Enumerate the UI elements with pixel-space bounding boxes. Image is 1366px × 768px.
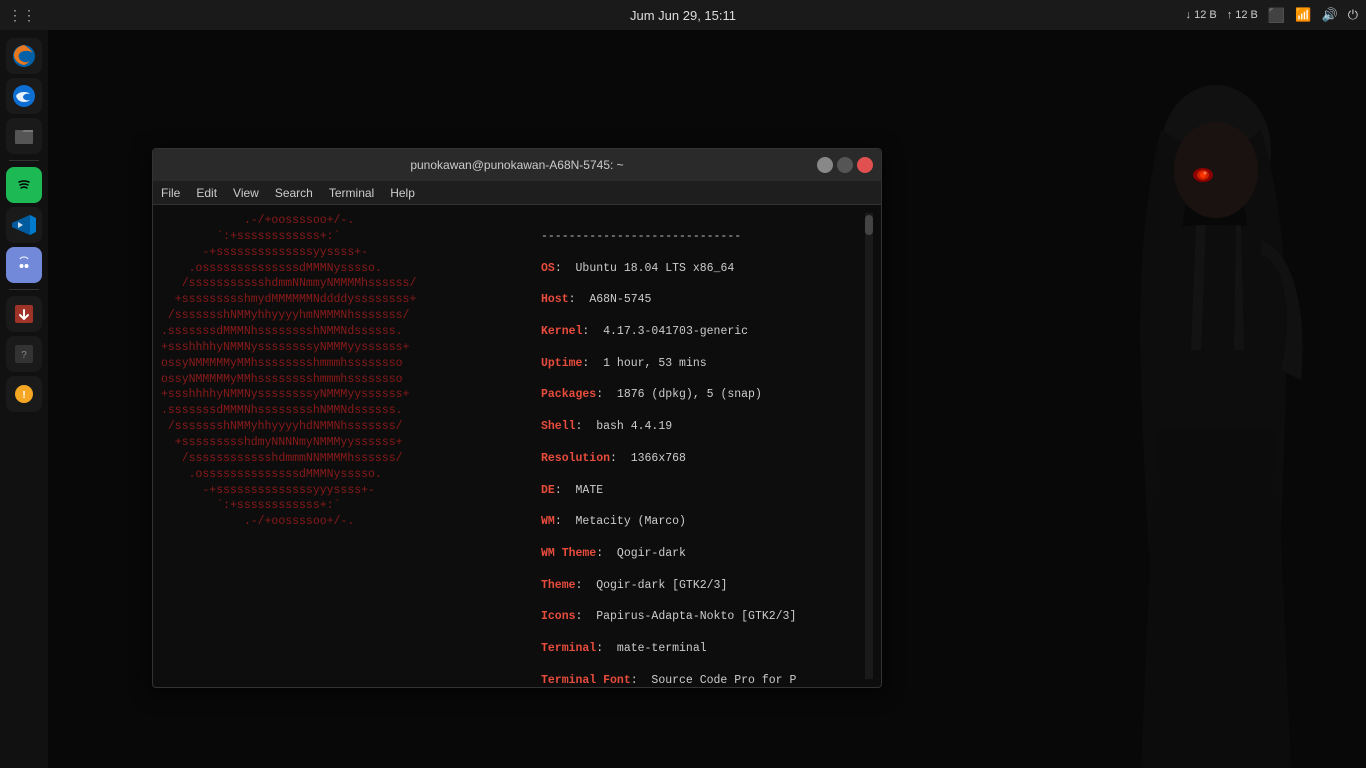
taskbar-right-area: ↓ 12 B ↑ 12 B ⬛ 📶 🔊 ⏻ [1186, 7, 1358, 24]
terminal-window: punokawan@punokawan-A68N-5745: ~ _ □ ✕ F… [152, 148, 882, 688]
info-terminal-font: Terminal Font: Source Code Pro for P [541, 673, 865, 687]
info-uptime: Uptime: 1 hour, 53 mins [541, 356, 865, 372]
clock-label: Jum Jun 29, 15:11 [630, 8, 736, 23]
apps-grid-icon[interactable]: ⋮⋮ [8, 7, 36, 24]
info-wm-theme: WM Theme: Qogir-dark [541, 546, 865, 562]
volume-icon[interactable]: 🔊 [1322, 7, 1338, 23]
info-icons: Icons: Papirus-Adapta-Nokto [GTK2/3] [541, 609, 865, 625]
dock-icon-misc1[interactable]: ? [6, 336, 42, 372]
power-icon[interactable]: ⏻ [1348, 7, 1358, 23]
dock-separator-2 [9, 289, 39, 290]
close-button[interactable]: ✕ [857, 157, 873, 173]
info-separator: ----------------------------- [541, 229, 865, 245]
taskbar-top: ⋮⋮ Jum Jun 29, 15:11 ↓ 12 B ↑ 12 B ⬛ 📶 🔊… [0, 0, 1366, 30]
network-up-label: ↑ 12 B [1227, 9, 1258, 21]
info-host: Host: A68N-5745 [541, 292, 865, 308]
dock-icon-thunderbird[interactable] [6, 78, 42, 114]
network-down-label: ↓ 12 B [1186, 9, 1217, 21]
menu-search[interactable]: Search [275, 186, 313, 200]
info-os: OS: Ubuntu 18.04 LTS x86_64 [541, 261, 865, 277]
dock-icon-files[interactable] [6, 118, 42, 154]
info-de: DE: MATE [541, 483, 865, 499]
maximize-button[interactable]: □ [837, 157, 853, 173]
window-controls: _ □ ✕ [817, 157, 873, 173]
dock-icon-firefox[interactable] [6, 38, 42, 74]
terminal-title: punokawan@punokawan-A68N-5745: ~ [410, 158, 623, 172]
dock-icon-vscode[interactable] [6, 207, 42, 243]
dock-icon-store[interactable] [6, 296, 42, 332]
terminal-titlebar: punokawan@punokawan-A68N-5745: ~ _ □ ✕ [153, 149, 881, 181]
dock-icon-spotify[interactable] [6, 167, 42, 203]
neofetch-ascii-art: .-/+oossssoo+/-. `:+ssssssssssss+:` -+ss… [161, 213, 531, 679]
menu-edit[interactable]: Edit [196, 186, 217, 200]
neofetch-sysinfo: ----------------------------- OS: Ubuntu… [531, 213, 865, 679]
info-kernel: Kernel: 4.17.3-041703-generic [541, 324, 865, 340]
info-shell: Shell: bash 4.4.19 [541, 419, 865, 435]
datetime-display: Jum Jun 29, 15:11 [630, 8, 736, 23]
menu-view[interactable]: View [233, 186, 259, 200]
menu-file[interactable]: File [161, 186, 180, 200]
info-theme: Theme: Qogir-dark [GTK2/3] [541, 578, 865, 594]
wifi-icon[interactable]: 📶 [1295, 7, 1311, 23]
dock-icon-discord[interactable] [6, 247, 42, 283]
screenshot-icon[interactable]: ⬛ [1268, 7, 1285, 24]
dock-icon-misc2[interactable]: ! [6, 376, 42, 412]
dock-separator [9, 160, 39, 161]
minimize-button[interactable]: _ [817, 157, 833, 173]
terminal-menubar: File Edit View Search Terminal Help [153, 181, 881, 205]
menu-help[interactable]: Help [390, 186, 415, 200]
info-wm: WM: Metacity (Marco) [541, 514, 865, 530]
terminal-scrollbar[interactable] [865, 213, 873, 679]
svg-text:!: ! [22, 390, 25, 401]
svg-text:?: ? [21, 350, 27, 361]
terminal-body[interactable]: .-/+oossssoo+/-. `:+ssssssssssss+:` -+ss… [153, 205, 881, 687]
info-terminal: Terminal: mate-terminal [541, 641, 865, 657]
taskbar-left-area: ⋮⋮ [8, 7, 36, 24]
wallpaper-art [996, 30, 1366, 768]
menu-terminal[interactable]: Terminal [329, 186, 374, 200]
info-packages: Packages: 1876 (dpkg), 5 (snap) [541, 387, 865, 403]
info-resolution: Resolution: 1366x768 [541, 451, 865, 467]
application-dock: ? ! [0, 30, 48, 768]
